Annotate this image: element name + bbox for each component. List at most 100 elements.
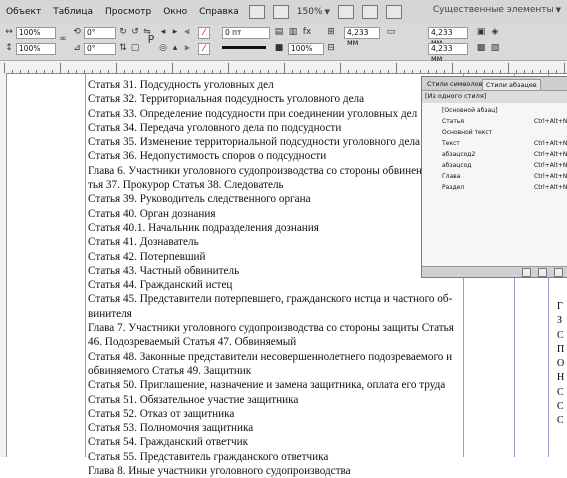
auto-fit-icon[interactable]: ▣ (476, 27, 486, 37)
menu-view[interactable]: Просмотр (99, 7, 157, 17)
fill-swatch-icon[interactable]: ⁄ (198, 27, 210, 39)
style-row[interactable]: [Основной абзац] (422, 105, 567, 116)
ruler-tick (516, 70, 517, 73)
corner-h-field[interactable]: 4,233 мм (428, 43, 468, 63)
menu-object[interactable]: Объект (0, 7, 47, 17)
align-right-icon[interactable]: ⫸ (182, 43, 192, 53)
zoom-level[interactable]: 150% ▼ (293, 7, 334, 17)
style-name: абзацсод2 (442, 151, 476, 158)
fit-content-icon[interactable]: ⊞ (326, 27, 336, 37)
select-content-icon[interactable]: ◎ (158, 43, 168, 53)
ruler-tick (324, 70, 325, 73)
delete-style-icon[interactable] (554, 268, 563, 277)
ruler-tick (228, 63, 229, 73)
arrange-documents-icon[interactable] (385, 5, 402, 19)
text-frame-options-icon[interactable]: ▭ (386, 27, 396, 37)
p-icon: P (147, 33, 155, 46)
ruler-tick (356, 70, 357, 73)
minibridge-icon[interactable] (272, 5, 289, 19)
stroke-swatch-icon[interactable]: ⁄ (198, 43, 210, 55)
text-line: Статья 39. Руководитель следственного ор… (88, 193, 311, 206)
select-next-icon[interactable]: ▸ (170, 27, 180, 37)
scale-x-icon: ↔ (5, 27, 13, 37)
horizontal-ruler[interactable] (0, 61, 567, 74)
ruler-tick (508, 63, 509, 73)
menu-help[interactable]: Справка (193, 7, 245, 17)
ruler-tick (204, 70, 205, 73)
ruler-tick (492, 70, 493, 73)
style-row[interactable]: Глава Ctrl+Alt+Num (422, 171, 567, 182)
drop-shadow-icon[interactable]: ■ (274, 43, 284, 53)
scale-y-field[interactable]: 100% (16, 43, 56, 55)
fit-frame-icon[interactable]: ⊟ (326, 43, 336, 53)
style-shortcut: Ctrl+Alt+Num (534, 173, 567, 180)
select-prev-icon[interactable]: ◂ (158, 27, 168, 37)
new-style-icon[interactable] (538, 268, 547, 277)
text-line: Статья 35. Изменение территориальной под… (88, 136, 421, 149)
ruler-tick (108, 70, 109, 73)
opacity-field[interactable]: 100% (288, 43, 324, 55)
scale-x-field[interactable]: 100% (16, 27, 56, 39)
ruler-tick (548, 70, 549, 73)
flip-v-icon[interactable]: ⇅ (118, 43, 128, 53)
content-grabber-icon[interactable]: ◈ (490, 27, 500, 37)
text-line: Статья 54. Гражданский ответчик (88, 436, 249, 449)
jump-object-icon[interactable]: ▧ (490, 43, 500, 53)
tab-paragraph-styles[interactable]: Стили абзацев (482, 79, 541, 90)
style-row[interactable]: Раздел Ctrl+Alt+Num (422, 182, 567, 193)
text-line: Статья 32. Территориальная подсудность у… (88, 93, 365, 106)
ruler-tick (540, 70, 541, 73)
workspace-switcher[interactable]: Существенные элементы ▼ (433, 5, 561, 15)
ruler-tick (188, 70, 189, 73)
rotate-ccw-icon[interactable]: ↺ (130, 27, 140, 37)
select-parent-icon[interactable]: ▴ (170, 43, 180, 53)
corner-w-field[interactable]: 4,233 мм (344, 27, 380, 47)
shear-field[interactable]: 0° (84, 43, 116, 55)
style-row[interactable]: Статья Ctrl+Alt+Num (422, 116, 567, 127)
paragraph-styles-panel: Стили символов Стили абзацев [Из одного … (421, 76, 567, 278)
style-row[interactable]: Текст Ctrl+Alt+Num (422, 138, 567, 149)
align-left-icon[interactable]: ⫷ (182, 27, 192, 37)
text-line: Статья 45. Представители потерпевшего, г… (88, 293, 453, 306)
margin-guide-left (85, 74, 86, 457)
style-row[interactable]: Основной текст (422, 127, 567, 138)
ruler-tick (284, 63, 285, 73)
rotate-field[interactable]: 0° (84, 27, 116, 39)
ruler-tick (556, 70, 557, 73)
fx-icon[interactable]: fx (302, 27, 312, 37)
text-wrap-icon[interactable]: ▥ (288, 27, 298, 37)
clear-overrides-icon[interactable] (522, 268, 531, 277)
rotate-cw-icon[interactable]: ↻ (118, 27, 128, 37)
stroke-type-line[interactable] (222, 46, 266, 49)
menu-table[interactable]: Таблица (47, 7, 99, 17)
view-options-icon[interactable] (337, 5, 354, 19)
ruler-tick (140, 70, 141, 73)
menu-window[interactable]: Окно (157, 7, 193, 17)
ruler-tick (60, 63, 61, 73)
ruler-tick (452, 63, 453, 73)
select-container-icon[interactable]: ▢ (130, 43, 140, 53)
ruler-tick (524, 70, 525, 73)
style-row[interactable]: абзацсод2 Ctrl+Alt+Num (422, 149, 567, 160)
stroke-weight-field[interactable]: 0 пт (222, 27, 270, 39)
wrap-around-icon[interactable]: ▩ (476, 43, 486, 53)
ruler-tick (68, 70, 69, 73)
stroke-style-icon[interactable]: ▤ (274, 27, 284, 37)
ruler-tick (116, 63, 117, 73)
style-row[interactable]: абзацсод Ctrl+Alt+Num (422, 160, 567, 171)
vertical-ruler[interactable] (0, 73, 7, 457)
control-bar: ↔ 100% ↕ 100% ∞ ⟲ 0° ⊿ 0° ↻ ↺ ⇋ ⇅ ▢ P ◂ … (0, 24, 567, 63)
text-line: Статья 50. Приглашение, назначение и зам… (88, 379, 446, 392)
ruler-tick (12, 70, 13, 73)
bridge-icon[interactable] (248, 5, 265, 19)
constrain-link-icon[interactable]: ∞ (58, 34, 68, 44)
ruler-tick (292, 70, 293, 73)
text-frame[interactable]: Статья 31. Подсудность уголовных дел Стат… (88, 78, 458, 478)
tab-character-styles[interactable]: Стили символов (424, 79, 485, 89)
ruler-tick (172, 63, 173, 73)
style-name: Статья (442, 118, 465, 125)
ruler-tick (20, 70, 21, 73)
screen-mode-icon[interactable] (361, 5, 378, 19)
text-line: обвиняемого Статья 49. Защитник (88, 364, 252, 377)
corner-w2-field[interactable]: 4,233 мм (428, 27, 468, 47)
